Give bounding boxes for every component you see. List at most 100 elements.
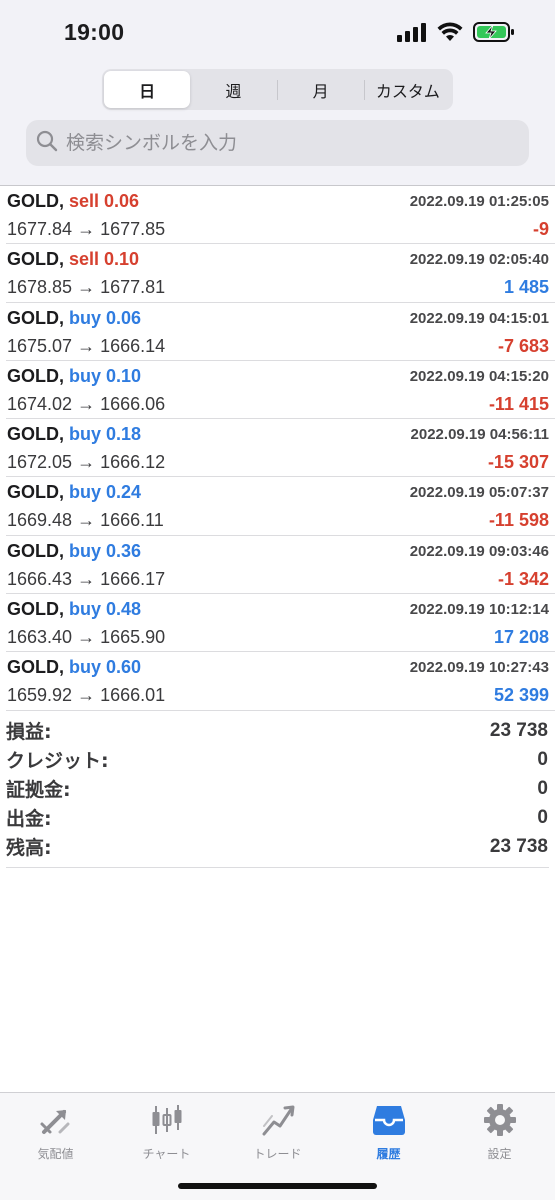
symbol-name: GOLD, <box>7 657 64 678</box>
deal-row[interactable]: GOLD, buy 0.48 2022.09.19 10:12:14 1663.40 … <box>6 594 555 653</box>
trade-line-icon <box>259 1101 297 1139</box>
wifi-icon <box>437 22 463 47</box>
deal-prices: 1677.84 → 1677.85 <box>7 219 166 239</box>
deal-datetime: 2022.09.19 04:15:20 <box>409 367 549 385</box>
tab-settings[interactable]: 設定 <box>444 1101 555 1165</box>
deal-row[interactable]: GOLD, buy 0.18 2022.09.19 04:56:11 1672.05 … <box>6 419 555 478</box>
deal-side-volume: buy 0.06 <box>69 307 142 328</box>
deal-prices: 1663.40 → 1665.90 <box>7 627 166 648</box>
deal-symbol: GOLD, buy 0.24 <box>7 482 141 503</box>
deal-prices: 1666.43 → 1666.17 <box>7 568 166 589</box>
deal-datetime: 2022.09.19 09:03:46 <box>409 542 549 560</box>
deal-symbol: GOLD, sell 0.10 <box>7 249 139 270</box>
symbol-name: GOLD, <box>7 540 64 561</box>
deal-profit: -9 <box>532 219 549 239</box>
search-icon <box>36 130 58 157</box>
deal-side-volume: buy 0.36 <box>69 540 142 561</box>
summary-value: 23 738 <box>489 835 548 857</box>
deal-history-list: GOLD, sell 0.06 2022.09.19 01:25:05 1677.84… <box>0 185 555 711</box>
deal-symbol: GOLD, sell 0.06 <box>7 191 139 212</box>
deal-row[interactable]: GOLD, sell 0.10 2022.09.19 02:05:40 1678.85… <box>6 244 555 303</box>
deal-datetime: 2022.09.19 10:27:43 <box>409 659 549 677</box>
tab-label: 履歴 <box>376 1147 401 1161</box>
deal-profit: -11 415 <box>488 393 549 414</box>
symbol-name: GOLD, <box>7 307 64 328</box>
deal-side-volume: sell 0.06 <box>69 191 140 211</box>
battery-charging-icon <box>473 21 515 48</box>
tab-trade[interactable]: トレード <box>222 1101 333 1165</box>
deal-profit: -7 683 <box>497 335 549 356</box>
deal-profit: -15 307 <box>487 452 549 473</box>
deal-row[interactable]: GOLD, sell 0.06 2022.09.19 01:25:05 1677.84… <box>6 186 555 245</box>
deal-profit: -11 598 <box>488 510 549 531</box>
candlestick-chart-icon <box>148 1101 186 1139</box>
deal-datetime: 2022.09.19 01:25:05 <box>409 193 549 210</box>
symbol-name: GOLD, <box>7 424 64 445</box>
summary-value: 0 <box>537 777 548 799</box>
status-time: 19:00 <box>64 19 125 45</box>
header-area: 19:00 日 週 月 カスタム <box>0 0 555 185</box>
home-indicator <box>178 1183 377 1189</box>
summary-row: 残高: 23 738 <box>6 832 549 861</box>
deal-row[interactable]: GOLD, buy 0.24 2022.09.19 05:07:37 1669.48 … <box>6 477 555 536</box>
tab-label: 気配値 <box>37 1147 74 1161</box>
history-inbox-icon <box>370 1101 408 1139</box>
deal-symbol: GOLD, buy 0.10 <box>7 366 141 387</box>
symbol-name: GOLD, <box>7 365 64 386</box>
status-bar: 19:00 <box>0 0 555 66</box>
deal-row[interactable]: GOLD, buy 0.06 2022.09.19 04:15:01 1675.07 … <box>6 303 555 361</box>
deal-prices: 1678.85 → 1677.81 <box>7 277 166 298</box>
summary-value: 23 738 <box>489 719 548 741</box>
period-tab-day[interactable]: 日 <box>104 71 191 108</box>
tab-label: チャート <box>142 1147 191 1161</box>
deal-prices: 1674.02 → 1666.06 <box>7 393 166 414</box>
deal-row[interactable]: GOLD, buy 0.36 2022.09.19 09:03:46 1666.43 … <box>6 536 555 595</box>
summary-label: クレジット: <box>6 750 109 772</box>
tab-quotes[interactable]: 気配値 <box>0 1101 111 1165</box>
deal-datetime: 2022.09.19 04:15:01 <box>409 309 549 327</box>
deal-datetime: 2022.09.19 02:05:40 <box>409 251 549 269</box>
deal-symbol: GOLD, buy 0.48 <box>7 599 141 620</box>
deal-profit: 17 208 <box>493 627 549 648</box>
summary-row: 出金: 0 <box>6 803 549 832</box>
period-segmented-control: 日 週 月 カスタム <box>102 69 453 110</box>
summary-label: 損益: <box>6 721 52 743</box>
symbol-name: GOLD, <box>7 249 64 270</box>
gear-icon <box>481 1101 519 1139</box>
deal-prices: 1675.07 → 1666.14 <box>7 335 166 356</box>
summary-row: 証拠金: 0 <box>6 774 549 803</box>
search-input[interactable] <box>66 132 506 154</box>
deal-prices: 1669.48 → 1666.11 <box>7 510 164 531</box>
period-tab-month[interactable]: 月 <box>278 71 364 108</box>
summary-row: クレジット: 0 <box>6 745 549 774</box>
tab-history[interactable]: 履歴 <box>333 1101 444 1165</box>
tab-label: トレード <box>253 1147 302 1161</box>
summary-label: 証拠金: <box>6 779 71 801</box>
status-icons <box>397 21 515 48</box>
tab-label: 設定 <box>487 1147 512 1161</box>
deal-symbol: GOLD, buy 0.36 <box>7 541 141 562</box>
deal-datetime: 2022.09.19 10:12:14 <box>409 601 549 619</box>
deal-side-volume: buy 0.10 <box>69 365 142 386</box>
cellular-signal-icon <box>397 22 427 47</box>
deal-side-volume: sell 0.10 <box>69 249 140 270</box>
summary-row: 損益: 23 738 <box>6 716 549 745</box>
deal-datetime: 2022.09.19 05:07:37 <box>409 484 549 502</box>
deal-profit: -1 342 <box>497 568 549 589</box>
deal-side-volume: buy 0.18 <box>69 424 142 445</box>
deal-row[interactable]: GOLD, buy 0.10 2022.09.19 04:15:20 1674.02 … <box>6 361 555 420</box>
summary-value: 0 <box>537 748 548 770</box>
period-tab-custom[interactable]: カスタム <box>365 71 451 108</box>
quotes-arrows-icon <box>37 1101 75 1139</box>
deal-profit: 1 485 <box>503 277 549 298</box>
deal-side-volume: buy 0.60 <box>69 657 142 678</box>
deal-prices: 1672.05 → 1666.12 <box>7 452 166 473</box>
period-tab-week[interactable]: 週 <box>190 71 276 108</box>
deal-row[interactable]: GOLD, buy 0.60 2022.09.19 10:27:43 1659.92 … <box>6 652 555 711</box>
deal-side-volume: buy 0.48 <box>69 599 142 620</box>
deal-datetime: 2022.09.19 04:56:11 <box>410 426 549 444</box>
symbol-name: GOLD, <box>7 191 64 211</box>
tab-chart[interactable]: チャート <box>111 1101 222 1165</box>
search-bar[interactable] <box>26 120 529 166</box>
symbol-name: GOLD, <box>7 599 64 620</box>
